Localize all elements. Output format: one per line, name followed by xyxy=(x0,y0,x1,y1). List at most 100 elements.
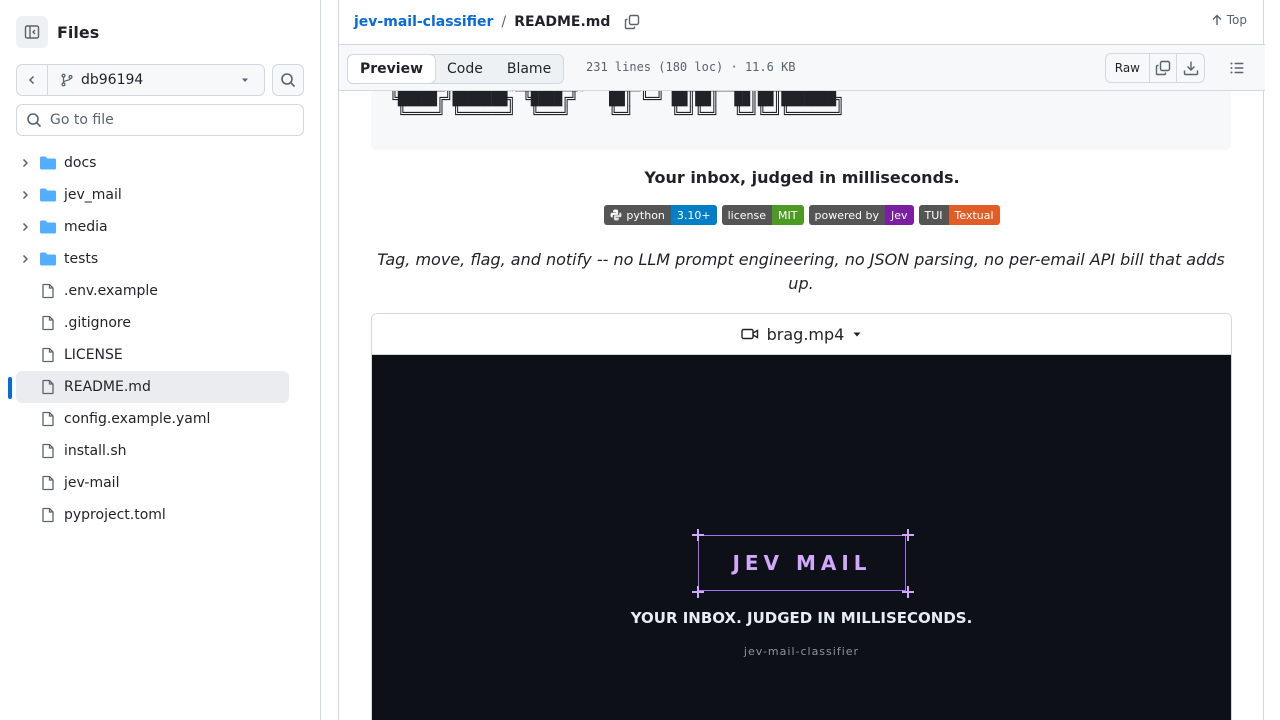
breadcrumb-repo-link[interactable]: jev-mail-classifier xyxy=(354,14,493,30)
tree-item-label: config.example.yaml xyxy=(64,411,211,427)
tree-file-item[interactable]: jev-mail xyxy=(16,467,289,499)
sidebar-collapse-icon xyxy=(24,25,40,39)
breadcrumb: jev-mail-classifier / README.md Top xyxy=(339,0,1265,44)
folder-icon-wrap xyxy=(39,155,57,171)
folder-icon-wrap xyxy=(39,187,57,203)
expand-chevron[interactable] xyxy=(17,253,33,265)
branch-dropdown[interactable]: db96194 xyxy=(48,72,264,88)
badge-powered-by[interactable]: powered by Jev xyxy=(808,205,914,225)
video-player[interactable]: JEV MAIL YOUR INBOX. JUDGED IN MILLISECO… xyxy=(372,355,1231,720)
folder-icon xyxy=(40,252,56,266)
badge-license[interactable]: license MIT xyxy=(721,205,804,225)
tab-preview[interactable]: Preview xyxy=(347,54,437,84)
python-logo-icon xyxy=(610,209,622,221)
file-viewer: jev-mail-classifier / README.md Top Prev… xyxy=(338,0,1265,720)
file-icon-wrap xyxy=(39,379,57,395)
file-sidebar: Files db96194 docs jev_mailmedia tests .env… xyxy=(0,0,321,720)
tree-file-item[interactable]: .env.example xyxy=(16,275,289,307)
copy-path-button[interactable] xyxy=(624,14,640,30)
badge-python[interactable]: python 3.10+ xyxy=(604,205,717,225)
file-toolbar: Preview Code Blame 231 lines (180 loc) ·… xyxy=(339,44,1265,91)
file-icon xyxy=(42,475,54,491)
file-icon-wrap xyxy=(39,443,57,459)
badge-label: license xyxy=(721,205,773,225)
tree-folder-item[interactable]: jev_mail xyxy=(16,179,289,211)
search-icon xyxy=(27,113,42,128)
tree-item-label: .env.example xyxy=(64,283,158,299)
go-to-file-field[interactable] xyxy=(16,104,304,136)
file-icon xyxy=(42,411,54,427)
caret-down-icon xyxy=(853,332,861,337)
tree-file-item[interactable]: install.sh xyxy=(16,435,289,467)
breadcrumb-separator: / xyxy=(501,14,507,30)
expand-chevron[interactable] xyxy=(17,221,33,233)
download-button[interactable] xyxy=(1177,54,1204,82)
plus-corner-icon xyxy=(902,586,914,598)
plus-corner-icon xyxy=(692,529,704,541)
arrow-up-icon xyxy=(1212,14,1222,25)
badge-value: MIT xyxy=(772,205,804,225)
branch-name: db96194 xyxy=(81,72,144,88)
search-button[interactable] xyxy=(272,64,304,96)
badge-tui[interactable]: TUI Textual xyxy=(918,205,1000,225)
file-icon xyxy=(42,507,54,523)
file-meta: 231 lines (180 loc) · 11.6 KB xyxy=(586,60,796,74)
tree-file-item[interactable]: pyproject.toml xyxy=(16,499,289,531)
tree-item-label: README.md xyxy=(64,379,151,395)
tree-folder-item[interactable]: tests xyxy=(16,243,289,275)
readme-tagline: Your inbox, judged in milliseconds. xyxy=(644,168,960,187)
top-link[interactable]: Top xyxy=(1211,13,1247,27)
tree-folder-item[interactable]: docs xyxy=(16,147,289,179)
plus-corner-icon xyxy=(902,529,914,541)
go-to-file-input[interactable] xyxy=(50,112,290,128)
expand-chevron[interactable] xyxy=(17,157,33,169)
outline-button[interactable] xyxy=(1229,60,1245,80)
tree-item-label: docs xyxy=(64,155,97,171)
video-embed: brag.mp4 JEV MAIL YOUR INBOX. JUDGED IN … xyxy=(371,313,1232,720)
video-logo-text: JEV MAIL xyxy=(732,551,872,575)
video-subtitle: jev-mail-classifier xyxy=(743,645,860,658)
folder-icon xyxy=(40,220,56,234)
git-branch-icon xyxy=(61,73,73,87)
tree-item-label: jev_mail xyxy=(64,187,122,203)
chevron-right-icon xyxy=(22,222,29,232)
collapse-sidebar-button[interactable] xyxy=(16,16,48,48)
file-icon-wrap xyxy=(39,283,57,299)
copy-raw-button[interactable] xyxy=(1150,54,1177,82)
tree-file-item[interactable]: config.example.yaml xyxy=(16,403,289,435)
file-actions: Raw xyxy=(1104,53,1205,83)
download-icon xyxy=(1183,61,1198,76)
breadcrumb-file-name: README.md xyxy=(514,14,611,30)
file-icon xyxy=(42,283,54,299)
video-tagline: YOUR INBOX. JUDGED IN MILLISECONDS. xyxy=(630,609,973,627)
tree-item-label: jev-mail xyxy=(64,475,120,491)
tree-file-item[interactable]: README.md xyxy=(8,371,289,403)
tree-file-item[interactable]: LICENSE xyxy=(16,339,289,371)
expand-chevron[interactable] xyxy=(17,189,33,201)
tree-item-label: media xyxy=(64,219,108,235)
video-file-toggle[interactable]: brag.mp4 xyxy=(372,314,1231,355)
device-camera-video-icon xyxy=(740,328,758,340)
tree-item-label: .gitignore xyxy=(64,315,131,331)
tab-code[interactable]: Code xyxy=(435,55,495,83)
tab-blame[interactable]: Blame xyxy=(495,55,563,83)
sidebar-header: Files xyxy=(16,16,99,48)
branch-selector[interactable]: db96194 xyxy=(16,64,265,96)
file-icon xyxy=(42,347,54,363)
sidebar-title: Files xyxy=(57,22,100,42)
readme-description: Tag, move, flag, and notify -- no LLM pr… xyxy=(377,250,1225,293)
tree-folder-item[interactable]: media xyxy=(16,211,289,243)
raw-button[interactable]: Raw xyxy=(1106,54,1150,82)
plus-corner-icon xyxy=(692,586,704,598)
file-icon-wrap xyxy=(39,507,57,523)
chevron-right-icon xyxy=(22,190,29,200)
tree-file-item[interactable]: .gitignore xyxy=(16,307,289,339)
list-unordered-icon xyxy=(1230,62,1244,74)
back-button[interactable] xyxy=(17,65,48,95)
badge-value: Jev xyxy=(885,205,914,225)
ascii-banner-art: ██╗███████╗██╗ ██╗ ███╗ ███╗ █████╗ ██╗█… xyxy=(390,91,844,122)
file-icon xyxy=(42,443,54,459)
search-icon xyxy=(281,73,296,88)
top-link-label: Top xyxy=(1226,13,1247,27)
readme-content: ██╗███████╗██╗ ██╗ ███╗ ███╗ █████╗ ██╗█… xyxy=(339,91,1265,720)
